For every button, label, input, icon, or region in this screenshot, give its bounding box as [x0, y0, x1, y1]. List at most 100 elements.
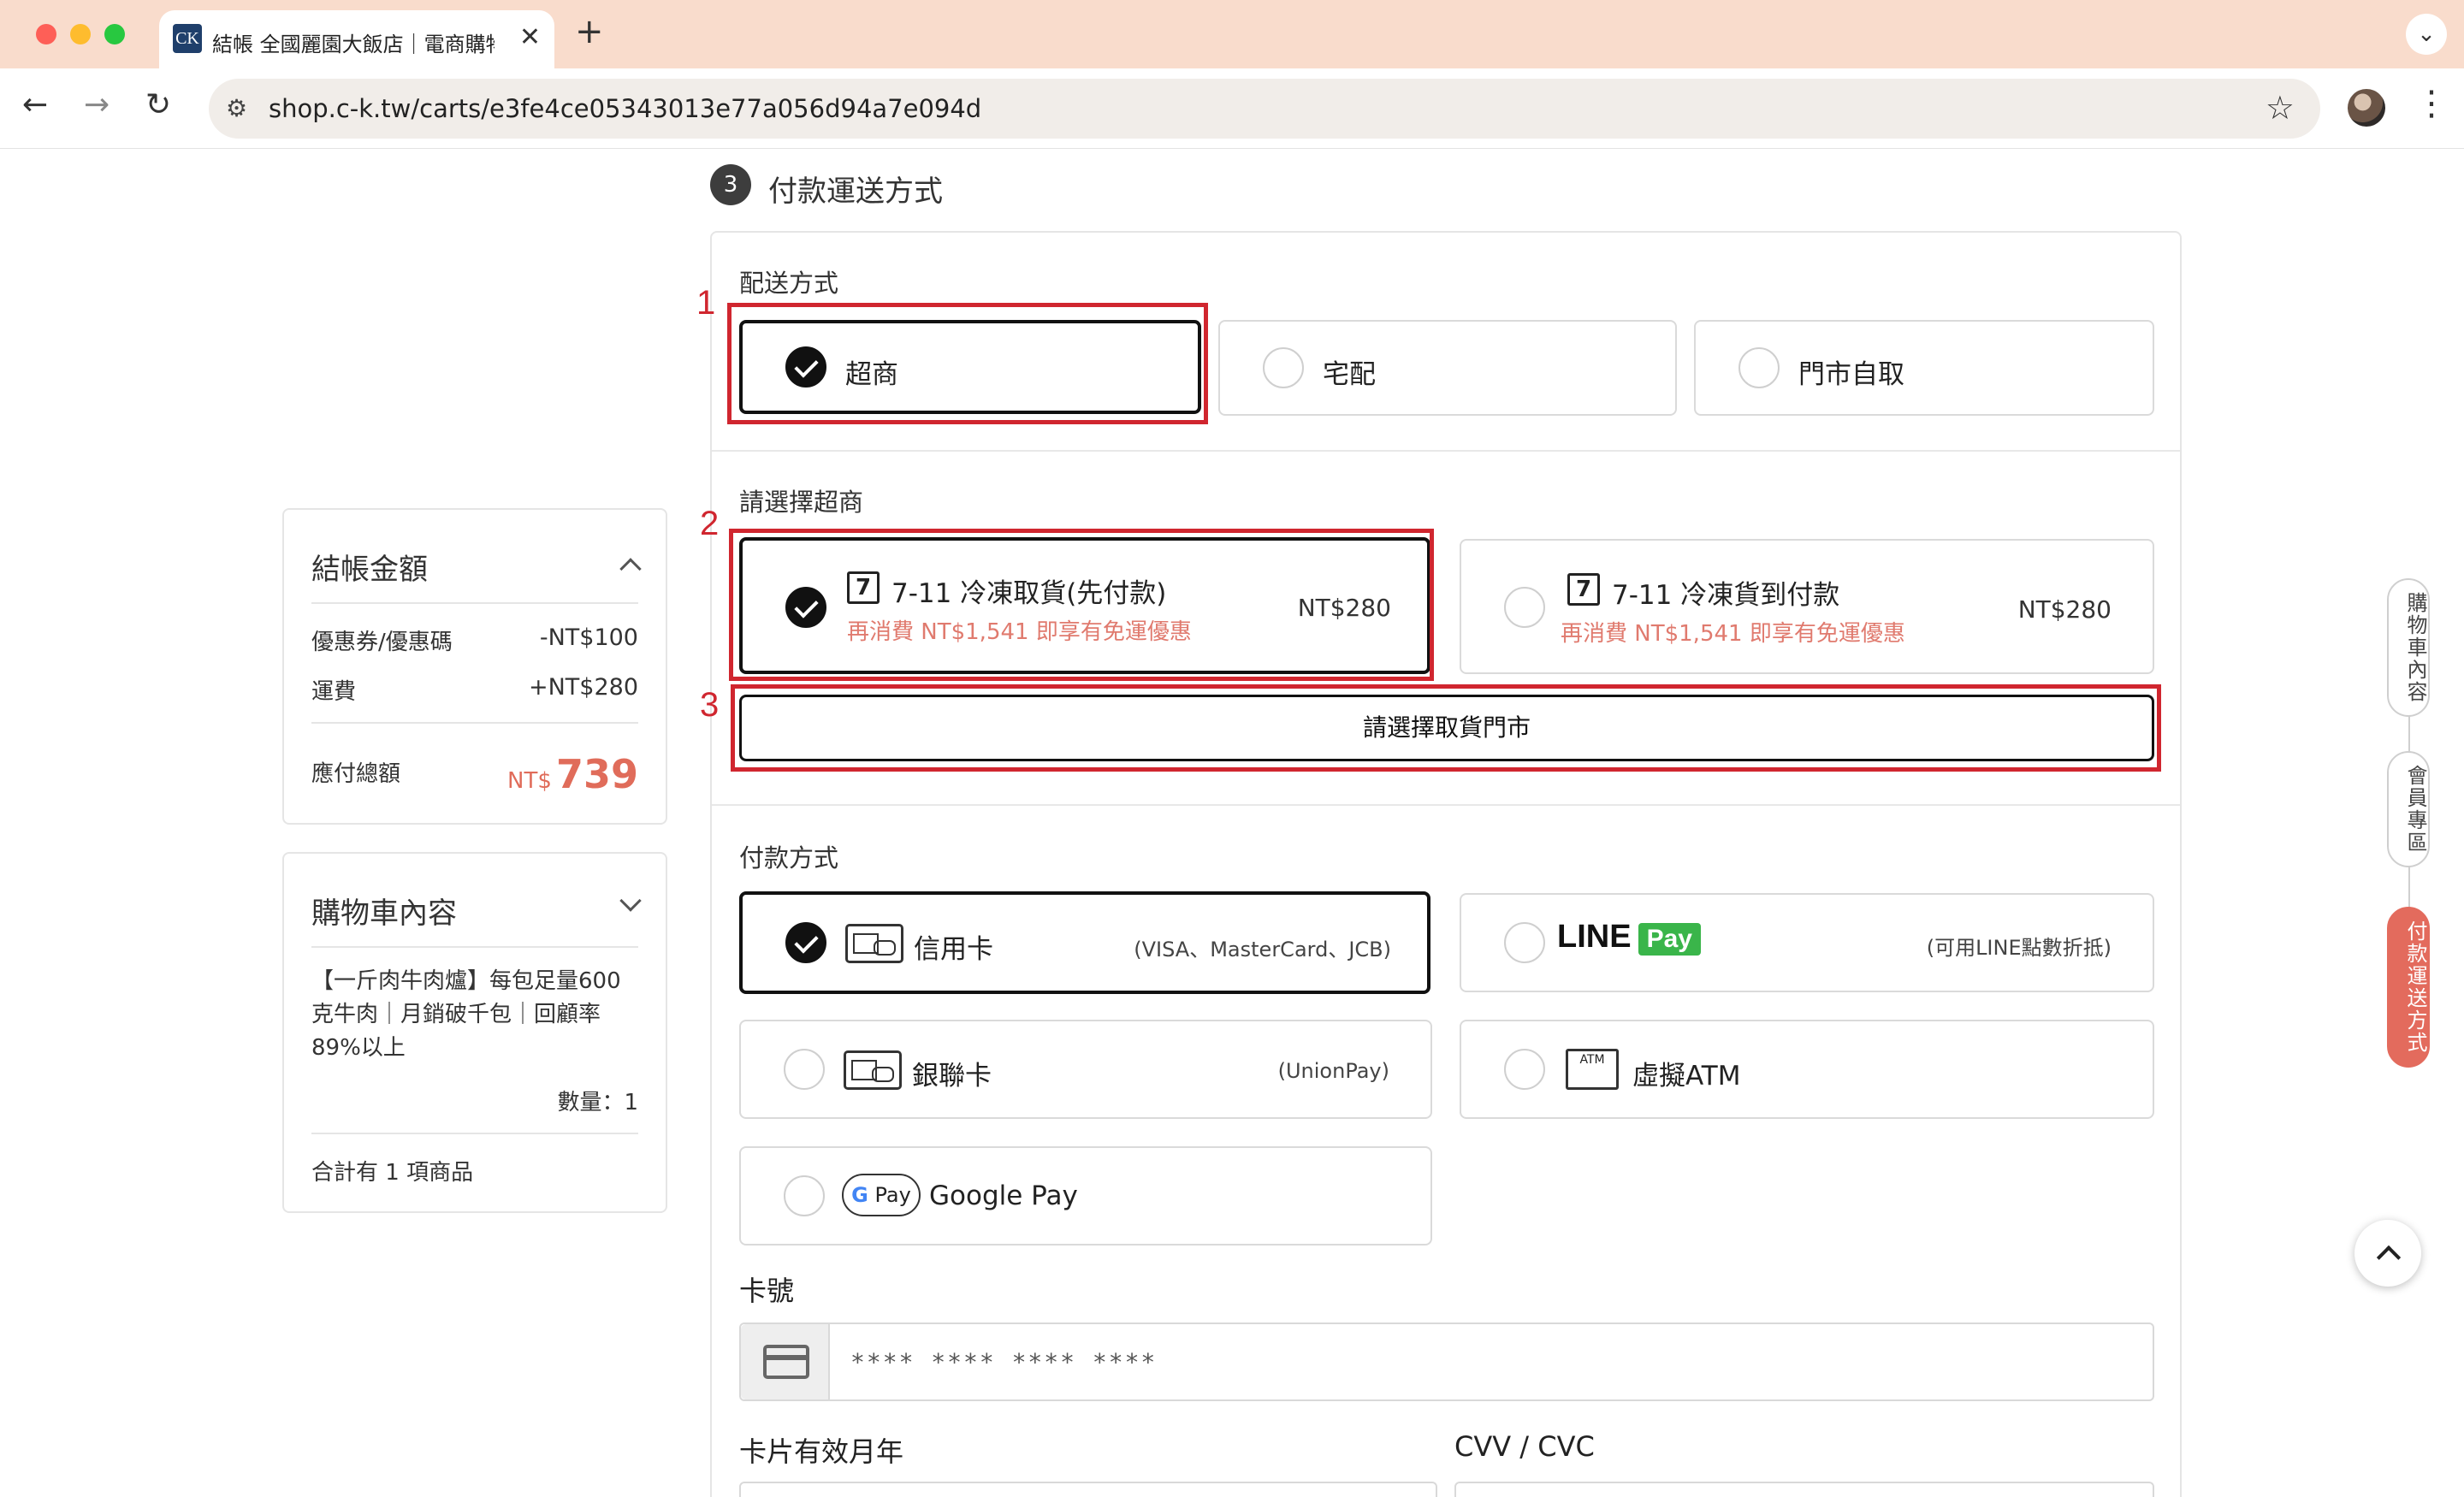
window-close-button[interactable]	[36, 24, 56, 44]
browser-tab-active[interactable]: CK 結帳 全國麗園大飯店｜電商購物 ✕	[159, 10, 554, 68]
payment-option-union-pay[interactable]: 銀聯卡 (UnionPay)	[739, 1020, 1432, 1119]
cvv-input[interactable]	[1454, 1482, 2154, 1497]
payment-option-label: 虛擬ATM	[1632, 1061, 1741, 1092]
annotation-box-2	[729, 529, 1434, 681]
site-info-icon[interactable]: ⚙	[226, 94, 247, 122]
credit-card-icon	[763, 1345, 809, 1379]
shipping-option-label: 宅配	[1323, 359, 1376, 390]
chevron-up-icon[interactable]	[619, 558, 642, 580]
line-pay-logo-pay: Pay	[1638, 923, 1701, 956]
total-amount: NT$ 739	[507, 751, 638, 797]
radio-button[interactable]	[1738, 347, 1780, 388]
side-nav-member[interactable]: 會員專區	[2387, 751, 2430, 867]
tab-title: 結帳 全國麗園大飯店｜電商購物	[212, 33, 495, 56]
store-select-label: 請選擇超商	[739, 488, 864, 517]
browser-tab-bar: CK 結帳 全國麗園大飯店｜電商購物 ✕ + ⌄	[0, 0, 2464, 68]
divider	[311, 1133, 638, 1134]
expiry-input[interactable]	[739, 1482, 1437, 1497]
cart-contents-card: 購物車內容 【一斤肉牛肉爐】每包足量600克牛肉｜月銷破千包｜回顧率89%以上 …	[282, 852, 667, 1213]
divider	[712, 804, 2180, 806]
cart-item-count: 合計有 1 項商品	[311, 1160, 474, 1186]
card-number-field[interactable]	[739, 1322, 2154, 1401]
store-option-label: 7-11 冷凍貨到付款	[1612, 580, 1840, 611]
payment-option-label: 銀聯卡	[912, 1061, 992, 1092]
tab-search-chevron-icon[interactable]: ⌄	[2406, 14, 2447, 55]
shipping-option-home-delivery[interactable]: 宅配	[1218, 320, 1677, 416]
address-bar[interactable]: ⚙ shop.c-k.tw/carts/e3fe4ce05343013e77a0…	[209, 79, 2320, 139]
store-option-711-cod[interactable]: 7 7-11 冷凍貨到付款 再消費 NT$1,541 即享有免運優惠 NT$28…	[1460, 539, 2154, 674]
annotation-number: 3	[700, 686, 720, 724]
payment-option-note: (VISA、MasterCard、JCB)	[1134, 938, 1391, 962]
cvv-label: CVV / CVC	[1454, 1430, 1595, 1463]
tab-close-icon[interactable]: ✕	[519, 22, 541, 52]
credit-card-icon	[845, 924, 903, 963]
payment-option-label: 信用卡	[914, 934, 993, 965]
scroll-to-top-button[interactable]	[2354, 1220, 2421, 1287]
cart-item-quantity: 數量：1	[557, 1090, 638, 1115]
check-icon	[785, 922, 826, 963]
payment-option-virtual-atm[interactable]: ATM 虛擬ATM	[1460, 1020, 2154, 1119]
payment-option-google-pay[interactable]: G Pay Google Pay	[739, 1146, 1432, 1246]
radio-button[interactable]	[1504, 1049, 1545, 1090]
google-pay-badge-text: Pay	[874, 1183, 911, 1207]
payment-option-credit-card[interactable]: 信用卡 (VISA、MasterCard、JCB)	[739, 891, 1430, 994]
card-number-input[interactable]	[850, 1343, 2117, 1381]
radio-button[interactable]	[784, 1049, 825, 1090]
annotation-number: 2	[700, 505, 720, 542]
window-minimize-button[interactable]	[70, 24, 91, 44]
back-arrow-icon[interactable]: ←	[22, 87, 48, 122]
free-shipping-note: 再消費 NT$1,541 即享有免運優惠	[1561, 621, 1905, 647]
summary-title: 結帳金額	[311, 553, 428, 587]
shipping-option-label: 門市自取	[1798, 359, 1904, 390]
divider	[311, 946, 638, 948]
profile-avatar[interactable]	[2348, 89, 2385, 127]
forward-arrow-icon[interactable]: →	[84, 87, 110, 122]
side-nav-cart[interactable]: 購物車內容	[2387, 578, 2430, 717]
new-tab-button[interactable]: +	[575, 12, 604, 51]
payment-option-line-pay[interactable]: LINE Pay (可用LINE點數折抵)	[1460, 893, 2154, 992]
shipping-method-label: 配送方式	[739, 269, 839, 298]
chevron-down-icon[interactable]	[619, 890, 642, 912]
star-icon[interactable]: ☆	[2266, 89, 2295, 127]
divider	[712, 450, 2180, 452]
divider	[311, 602, 638, 604]
radio-button[interactable]	[1504, 587, 1545, 628]
total-label: 應付總額	[311, 761, 401, 787]
total-number: 739	[555, 751, 638, 797]
google-pay-icon: G Pay	[842, 1174, 921, 1216]
reload-icon[interactable]: ↻	[145, 87, 171, 122]
annotation-box-3	[731, 684, 2161, 772]
card-number-label: 卡號	[739, 1275, 795, 1307]
radio-button[interactable]	[1504, 922, 1545, 963]
total-currency: NT$	[507, 768, 552, 794]
side-nav-payment-shipping[interactable]: 付款運送方式	[2387, 907, 2430, 1068]
site-favicon-icon: CK	[173, 24, 202, 53]
shipping-option-store-pickup[interactable]: 門市自取	[1694, 320, 2154, 416]
cart-title: 購物車內容	[311, 896, 457, 931]
union-pay-card-icon	[844, 1050, 902, 1090]
card-field-icon-box	[741, 1324, 830, 1399]
window-maximize-button[interactable]	[104, 24, 125, 44]
radio-button[interactable]	[784, 1175, 825, 1216]
divider	[311, 722, 638, 724]
google-g-letter: G	[851, 1183, 868, 1207]
seven-eleven-icon: 7	[1567, 573, 1600, 606]
url-text[interactable]: shop.c-k.tw/carts/e3fe4ce05343013e77a056…	[269, 94, 981, 123]
coupon-label: 優惠券/優惠碼	[311, 630, 453, 655]
payment-option-note: (UnionPay)	[1277, 1059, 1389, 1083]
checkout-summary-card: 結帳金額 優惠券/優惠碼 -NT$100 運費 +NT$280 應付總額 NT$…	[282, 508, 667, 825]
coupon-value: -NT$100	[539, 624, 638, 651]
menu-dots-icon[interactable]: ⋮	[2414, 84, 2449, 123]
cart-item-name: 【一斤肉牛肉爐】每包足量600克牛肉｜月銷破千包｜回顧率89%以上	[311, 968, 621, 1061]
annotation-box-1	[727, 303, 1208, 424]
line-pay-logo-line: LINE	[1557, 919, 1632, 955]
radio-button[interactable]	[1263, 347, 1304, 388]
annotation-number: 1	[696, 284, 716, 322]
shipping-fee-label: 運費	[311, 679, 357, 705]
payment-option-label: Google Pay	[929, 1180, 1078, 1211]
line-pay-logo: LINE Pay	[1557, 919, 1701, 956]
store-option-price: NT$280	[2017, 595, 2112, 624]
shipping-fee-value: +NT$280	[528, 674, 638, 701]
expiry-label: 卡片有效月年	[739, 1435, 904, 1468]
browser-toolbar: ← → ↻ ⚙ shop.c-k.tw/carts/e3fe4ce0534301…	[0, 68, 2464, 149]
